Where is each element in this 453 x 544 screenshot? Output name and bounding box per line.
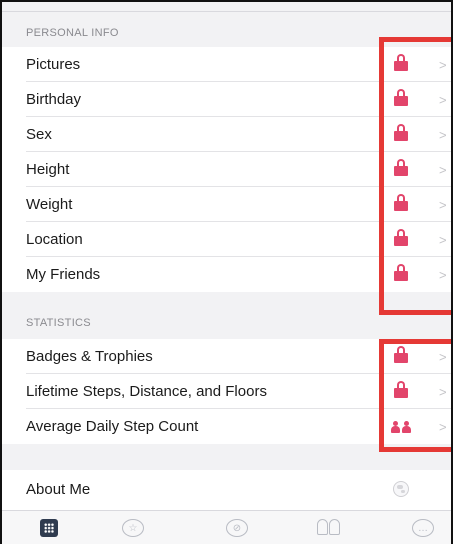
- row-label: Birthday: [26, 91, 82, 108]
- chevron-right-icon: >: [439, 162, 447, 177]
- tab-dashboard[interactable]: [36, 519, 62, 541]
- lock-icon: [394, 228, 408, 246]
- chevron-right-icon: >: [439, 232, 447, 247]
- about-group: About Me: [2, 470, 451, 510]
- chevron-right-icon: >: [439, 384, 447, 399]
- chevron-right-icon: >: [439, 57, 447, 72]
- tab-friends[interactable]: [315, 519, 341, 541]
- discover-compass-icon: ⊘: [226, 519, 248, 537]
- row-lifetime-steps[interactable]: Lifetime Steps, Distance, and Floors >: [2, 374, 451, 409]
- top-strip: [2, 2, 451, 12]
- row-weight[interactable]: Weight >: [2, 187, 451, 222]
- friends-icon: [391, 420, 411, 433]
- lock-icon: [394, 158, 408, 176]
- lock-icon: [394, 123, 408, 141]
- row-label: Weight: [26, 196, 73, 213]
- privacy-settings-screen: PERSONAL INFO Pictures > Birthday > Sex …: [0, 0, 453, 544]
- chevron-right-icon: >: [439, 127, 447, 142]
- statistics-header-label: STATISTICS: [26, 317, 91, 329]
- lock-icon: [394, 193, 408, 211]
- lock-icon: [394, 380, 408, 398]
- friends-tab-icon: [316, 519, 340, 541]
- row-label: About Me: [26, 480, 91, 498]
- row-average-daily-steps[interactable]: Average Daily Step Count >: [2, 409, 451, 444]
- personal-info-header-label: PERSONAL INFO: [26, 27, 119, 39]
- row-label: My Friends: [26, 266, 101, 283]
- tab-bar: ☆ ⊘ …: [2, 510, 451, 544]
- row-birthday[interactable]: Birthday >: [2, 82, 451, 117]
- chevron-right-icon: >: [439, 419, 447, 434]
- globe-icon: [393, 481, 409, 497]
- lock-icon: [394, 263, 408, 281]
- row-label: Sex: [26, 126, 52, 143]
- row-badges-trophies[interactable]: Badges & Trophies >: [2, 339, 451, 374]
- row-my-friends[interactable]: My Friends >: [2, 257, 451, 292]
- tab-challenges[interactable]: ☆: [120, 519, 146, 541]
- messages-chat-icon: …: [412, 519, 434, 537]
- lock-icon: [394, 88, 408, 106]
- dashboard-icon: [40, 519, 58, 537]
- row-sex[interactable]: Sex >: [2, 117, 451, 152]
- lock-icon: [394, 53, 408, 71]
- tab-discover[interactable]: ⊘: [224, 519, 250, 541]
- challenges-star-icon: ☆: [122, 519, 144, 537]
- lock-icon: [394, 345, 408, 363]
- row-pictures[interactable]: Pictures >: [2, 47, 451, 82]
- row-about-me[interactable]: About Me: [2, 470, 451, 508]
- chevron-right-icon: >: [439, 92, 447, 107]
- personal-info-header: PERSONAL INFO: [2, 12, 451, 47]
- row-height[interactable]: Height >: [2, 152, 451, 187]
- personal-info-group: Pictures > Birthday > Sex > Height > Wei…: [2, 47, 451, 292]
- statistics-group: Badges & Trophies > Lifetime Steps, Dist…: [2, 339, 451, 444]
- row-label: Badges & Trophies: [26, 348, 153, 365]
- chevron-right-icon: >: [439, 349, 447, 364]
- row-label: Pictures: [26, 56, 81, 73]
- row-label: Lifetime Steps, Distance, and Floors: [26, 383, 267, 400]
- chevron-right-icon: >: [439, 197, 447, 212]
- row-location[interactable]: Location >: [2, 222, 451, 257]
- statistics-header: STATISTICS: [2, 302, 451, 337]
- row-label: Location: [26, 231, 83, 248]
- chevron-right-icon: >: [439, 267, 447, 282]
- row-label: Height: [26, 161, 70, 178]
- tab-messages[interactable]: …: [410, 519, 436, 541]
- row-label: Average Daily Step Count: [26, 418, 199, 435]
